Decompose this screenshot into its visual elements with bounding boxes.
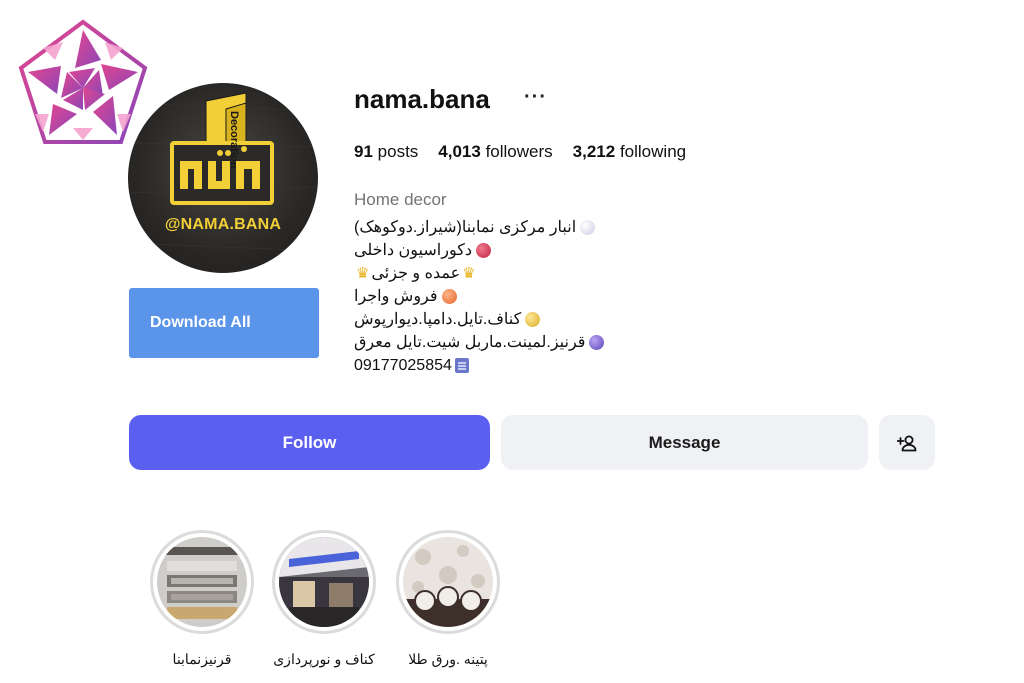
bio-line: کناف.تایل.دامپا.دیوارپوش xyxy=(354,308,607,331)
profile-category: Home decor xyxy=(354,190,447,209)
bio-line-text: فروش واجرا xyxy=(354,288,438,305)
bio-line-text: دکوراسیون داخلی xyxy=(354,242,472,259)
stat-following[interactable]: 3,212 following xyxy=(573,142,686,162)
highlight-image xyxy=(403,537,493,627)
profile-avatar[interactable]: Decoration @NAMA.BANA xyxy=(128,83,318,273)
profile-stats: 91 posts 4,013 followers 3,212 following xyxy=(354,142,686,162)
bio-line: 09177025854 xyxy=(354,354,607,377)
bio-line-text: عمده و جزئی xyxy=(371,265,461,282)
more-options-icon[interactable]: ··· xyxy=(524,86,547,109)
suggest-user-button[interactable] xyxy=(879,415,935,470)
add-user-icon xyxy=(897,435,917,451)
posts-label: posts xyxy=(377,142,419,161)
following-count: 3,212 xyxy=(572,142,616,161)
message-button[interactable]: Message xyxy=(501,415,868,470)
highlight-ring xyxy=(396,530,500,634)
bio-line-text: کناف.تایل.دامپا.دیوارپوش xyxy=(354,311,522,328)
highlight-image xyxy=(279,537,369,627)
crown-icon: ♛ xyxy=(462,265,476,282)
avatar-decoration-text: Decoration xyxy=(228,111,240,169)
bio-line: قرنیز.لمینت.ماربل شیت.تایل معرق xyxy=(354,331,607,354)
highlight-label: کناف و نورپردازی xyxy=(273,651,375,667)
red-dot-icon xyxy=(475,243,491,258)
bio-line: انبار مرکزی نمابنا(شیراز.دوکوهک) xyxy=(354,216,607,239)
bio-line-text: قرنیز.لمینت.ماربل شیت.تایل معرق xyxy=(354,334,586,351)
story-highlight[interactable]: کناف و نورپردازی xyxy=(270,530,378,668)
story-highlight[interactable]: پتینه .ورق طلا xyxy=(394,530,502,668)
story-highlight[interactable]: قرنیزنمابنا xyxy=(148,530,256,668)
profile-bio: انبار مرکزی نمابنا(شیراز.دوکوهک) دکوراسی… xyxy=(354,216,607,377)
profile-username: nama.bana xyxy=(354,84,490,114)
watermark-logo-icon xyxy=(12,16,154,156)
phone-icon xyxy=(454,358,469,373)
avatar-handle-text: @NAMA.BANA xyxy=(164,216,282,233)
orange-dot-icon xyxy=(441,289,457,304)
crown-icon: ♛ xyxy=(356,265,370,282)
bio-line: ♛ عمده و جزئی ♛ xyxy=(354,262,607,285)
pearl-dot-icon xyxy=(580,220,596,235)
highlight-ring xyxy=(150,530,254,634)
stat-followers[interactable]: 4,013 followers xyxy=(438,142,552,162)
yellow-dot-icon xyxy=(525,312,541,327)
bio-phone[interactable]: 09177025854 xyxy=(354,354,452,377)
download-all-button[interactable]: Download All xyxy=(129,288,319,358)
bio-line: فروش واجرا xyxy=(354,285,607,308)
highlight-ring xyxy=(272,530,376,634)
highlight-image xyxy=(157,537,247,627)
highlight-label: پتینه .ورق طلا xyxy=(408,651,488,667)
followers-count: 4,013 xyxy=(438,142,481,161)
bio-line: دکوراسیون داخلی xyxy=(354,239,607,262)
followers-label: followers xyxy=(485,142,553,161)
highlight-label: قرنیزنمابنا xyxy=(172,651,232,667)
posts-count: 91 xyxy=(354,142,373,161)
following-label: following xyxy=(619,142,687,161)
bio-line-text: انبار مرکزی نمابنا(شیراز.دوکوهک) xyxy=(354,219,577,236)
stat-posts: 91 posts xyxy=(354,142,418,162)
follow-button[interactable]: Follow xyxy=(129,415,490,470)
purple-dot-icon xyxy=(589,335,605,350)
avatar-logo-icon: Decoration xyxy=(128,92,318,252)
